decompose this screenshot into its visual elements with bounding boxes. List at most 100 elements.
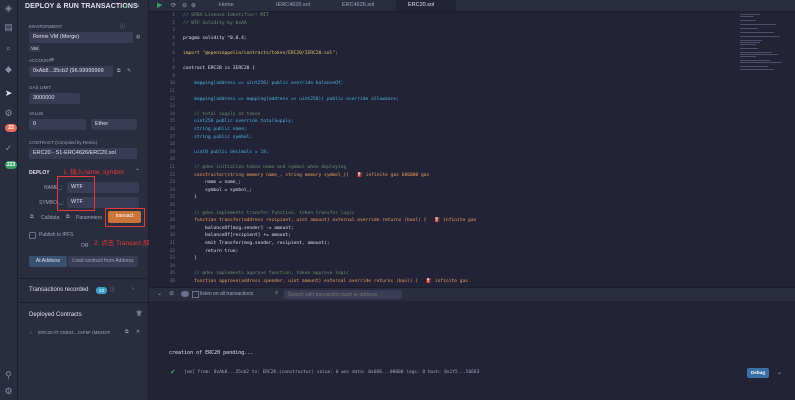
tab-home[interactable]: Home [207,0,262,11]
line-number: 9 [172,73,175,79]
run-icon[interactable]: ▶ [157,1,162,9]
line-number: 19 [169,149,175,155]
deploy-run-icon[interactable]: ➤ [3,88,14,99]
divider [18,278,148,279]
chevron-right-icon[interactable]: › [132,286,134,292]
transactions-recorded-label[interactable]: Transactions recorded [29,287,88,293]
transactions-count-badge: 23 [96,287,107,294]
publish-ipfs-checkbox[interactable] [29,232,36,239]
deployed-contracts-label: Deployed Contracts [29,312,82,318]
line-number: 29 [169,225,175,231]
gas-limit-input[interactable]: 3000000 [29,93,80,104]
debug-button[interactable]: Debug [747,368,769,378]
account-select[interactable]: 0xAb8...35cb2 (96.99999999 [29,66,113,77]
vm-badge: VM [29,45,40,52]
chevron-down-icon[interactable]: ⌄ [157,290,162,297]
environment-options-icon[interactable]: ◍ [136,34,140,40]
environment-select[interactable]: Remix VM (Merge) [29,32,133,43]
code-line: // @dev initialize token name and symbol… [183,165,347,170]
line-number: 36 [169,279,175,284]
search-icon: ⌕ [275,290,279,296]
chevron-right-icon[interactable]: › [30,330,32,336]
zoom-out-icon[interactable]: ⊖ [182,2,187,9]
close-icon[interactable]: ✕ [136,329,140,335]
transaction-log[interactable]: [vm] from: 0xAb8...35cb2 to: ERC20.(cons… [184,370,479,375]
listen-checkbox[interactable] [192,291,199,298]
compile-icon[interactable]: ⟳ [171,2,176,9]
code-line: uint8 public decimals = 18; [183,149,269,155]
editor-tabs: ▶ ⟳ ⊖ ⊕ Home IERC4626.sol ERC4626.sol ER… [149,0,795,12]
zoom-in-icon[interactable]: ⊕ [191,2,196,9]
code-line: balanceOf[recipient] += amount; [183,233,291,239]
or-label: OR [81,243,89,249]
code-line: pragma solidity ^0.8.4; [183,35,247,41]
load-contract-input[interactable]: Load contract from Address [68,256,138,267]
debugger-icon[interactable]: ⚙ [3,108,14,119]
tab-erc4626[interactable]: ERC4626.sol [330,0,394,11]
code-editor[interactable]: // SPDX-License-Identifier: MIT // WTF So… [183,12,713,287]
parameters-button[interactable]: Parameters [76,215,102,221]
line-number: 12 [169,96,175,102]
line-number: 17 [169,134,175,140]
transaction-search-input[interactable] [284,290,402,299]
remix-logo-icon[interactable]: ◈ [3,3,14,14]
line-number: 27 [169,210,175,216]
chevron-down-icon[interactable]: ⌄ [777,369,782,376]
minimap[interactable] [740,12,785,72]
line-number-gutter: 1 2 3 4 5 6 7 8 9 10 11 12 13 14 15 16 17 18 19 20 21 22 23 24 2… [149,12,179,287]
copy-calldata-icon[interactable]: ⧉ [30,214,34,220]
line-number: 5 [172,43,175,49]
line-number: 16 [169,127,175,132]
search-icon[interactable]: ⌕ [3,43,14,54]
value-unit-select[interactable]: Ether [91,119,137,130]
code-line: return true; [183,248,239,254]
success-check-icon: ✔ [170,369,176,376]
line-number: 34 [169,263,175,269]
icon-rail: ◈ ▤ ⌕ ◆ ➤ ⚙ 22 ✓ 223 ⚲ ⚙ [0,0,18,400]
panel-title: DEPLOY & RUN TRANSACTIONS [25,3,138,10]
calldata-button[interactable]: Calldata [41,215,59,221]
code-line: // WTF Solidity by 0xAA [183,20,247,26]
clear-terminal-icon[interactable]: ⊘ [169,290,174,297]
code-line: string public name; [183,127,247,132]
at-address-button[interactable]: At Address [29,256,67,267]
settings-icon[interactable]: ⚙ [3,386,14,397]
add-account-icon[interactable]: ⊕ [50,57,54,63]
tab-ierc4626[interactable]: IERC4626.sol [264,0,328,11]
account-label: ACCOUNT [29,58,52,63]
code-line: name = name_; [183,180,242,186]
tab-erc20[interactable]: ERC20.sol [396,0,456,11]
code-line: symbol = symbol_; [183,187,253,193]
copy-parameters-icon[interactable]: ⧉ [66,214,70,220]
step2-annotation: 2. 点击 Transact 部署 [94,240,156,247]
trash-icon[interactable]: 🗑 [136,311,142,317]
copy-icon[interactable]: ⧉ [117,68,121,74]
line-number: 30 [169,233,175,239]
collapse-icon[interactable]: ⌃ [135,168,140,175]
code-line: // @dev implements transfer function, to… [183,210,355,216]
plugin-manager-icon[interactable]: ⚲ [3,370,14,381]
transact-highlight-box [105,208,145,227]
line-number: 13 [169,104,175,110]
solidity-compiler-icon[interactable]: ◆ [3,64,14,75]
info-icon[interactable]: ⓘ [110,286,115,293]
code-line: function approve(address spender, uint a… [183,279,469,284]
deployed-contract-item[interactable]: ERC20 AT 0XB34...2AF5F (MEMOF [38,330,110,335]
file-explorer-icon[interactable]: ▤ [3,22,14,33]
info-icon[interactable]: ⓘ [120,23,125,30]
code-line: // SPDX-License-Identifier: MIT [183,13,269,18]
contract-select[interactable]: ERC20 - S1-ERC4626/ERC20.sol [29,148,137,159]
copy-icon[interactable]: ⧉ [125,329,129,335]
menu-icon[interactable]: ≡ [135,3,139,10]
code-line: } [183,195,197,201]
value-input[interactable]: 0 [29,119,86,130]
code-line: balanceOf[msg.sender] -= amount; [183,225,294,231]
analysis-icon[interactable]: ✓ [3,143,14,154]
code-line: uint256 public override totalSupply; [183,119,294,125]
environment-label: ENVIRONMENT [29,24,63,29]
step1-annotation: 1. 输入name, symbol [63,169,124,176]
line-number: 4 [172,35,175,41]
code-line: import "@openzeppelin/contracts/token/ER… [183,51,338,56]
edit-icon[interactable]: ✎ [127,68,131,74]
code-line: mapping(address => mapping(address => ui… [183,96,399,102]
